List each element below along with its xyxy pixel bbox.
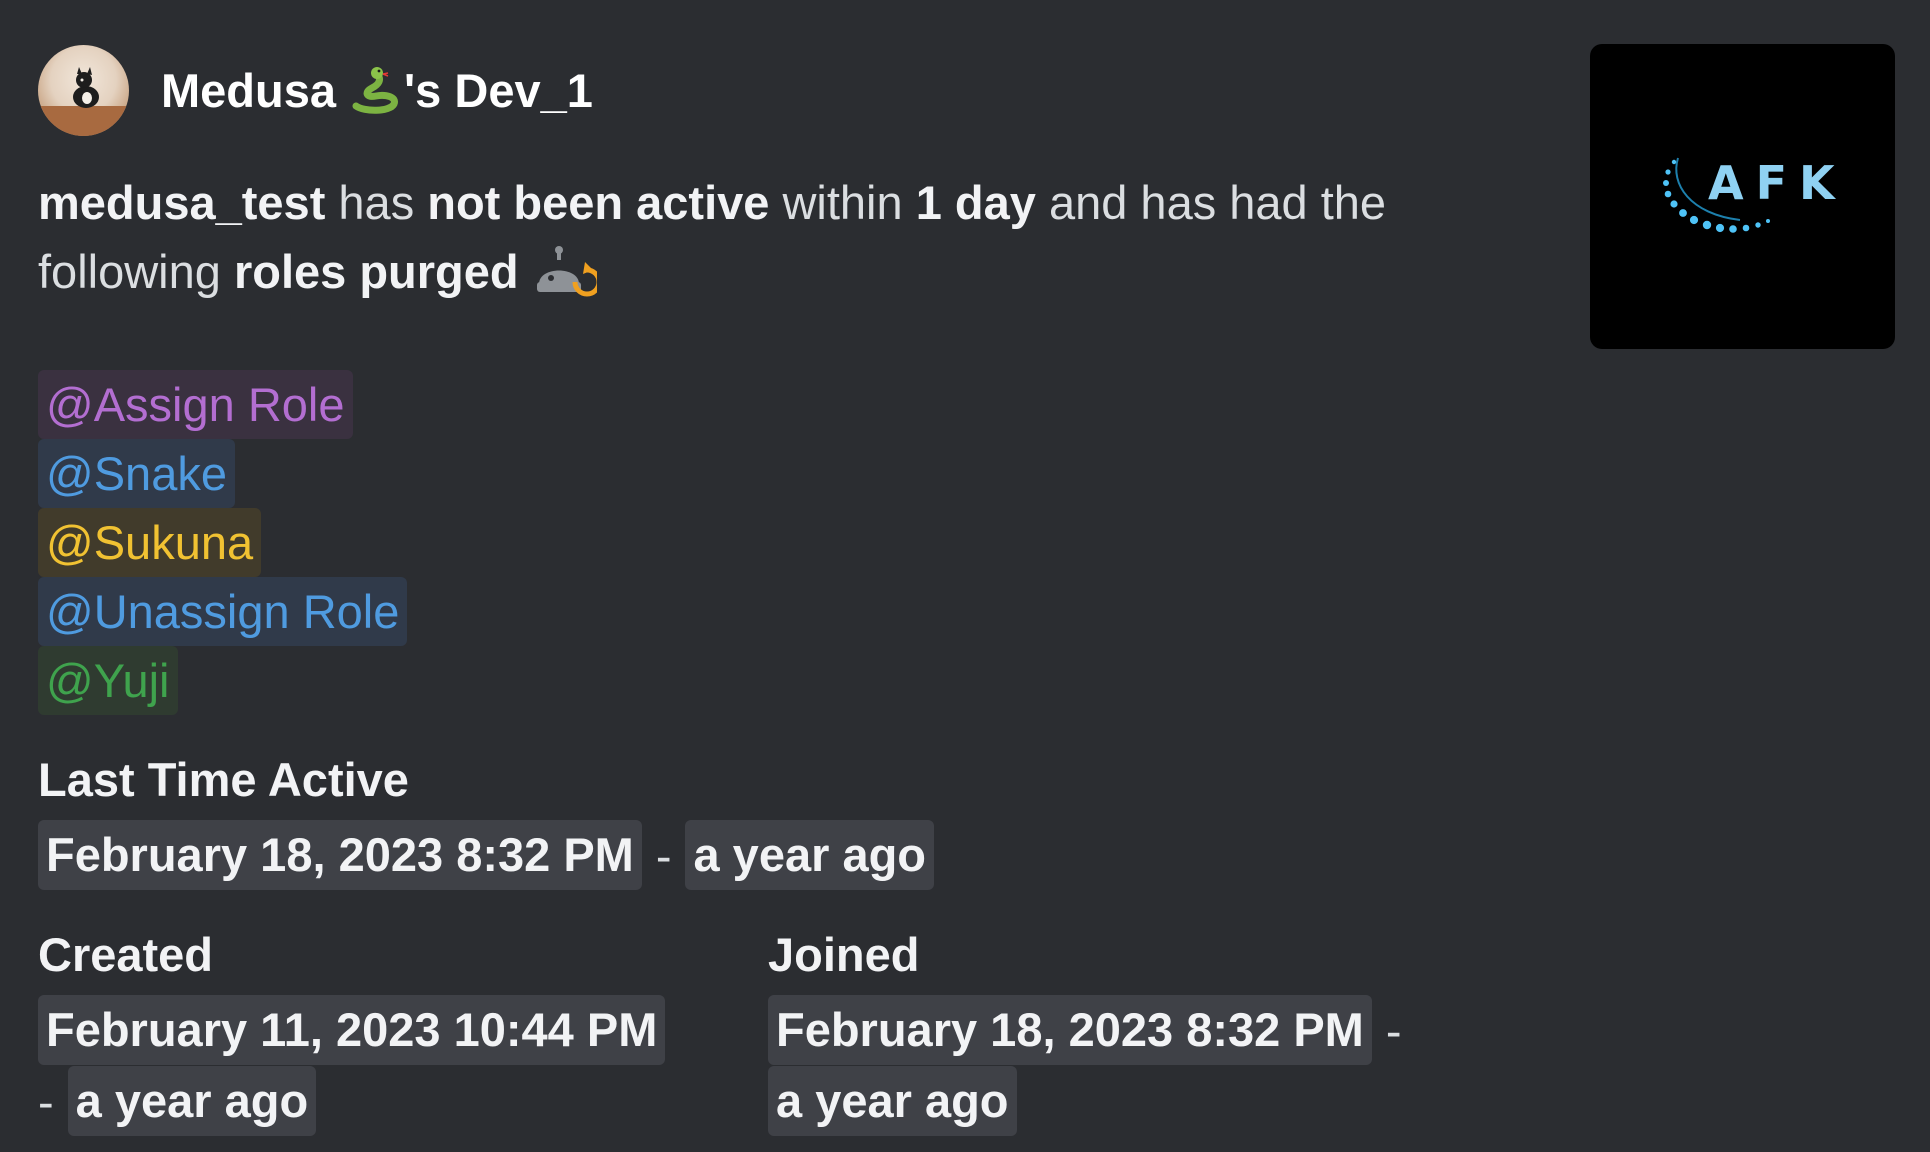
field-last-active-value: February 18, 2023 8:32 PM - a year ago [38,820,935,890]
embed: Medusa 's Dev_1 AFK medusa_test has not … [0,0,1930,1152]
relative-timestamp[interactable]: a year ago [67,1066,317,1136]
field-joined-value-2: a year ago [768,1066,1017,1136]
field-joined-name: Joined [768,928,920,981]
desc-text-2: within [769,176,916,229]
separator: - [655,828,672,882]
inactivity-duration: 1 day [915,176,1036,229]
relative-timestamp[interactable]: a year ago [768,1066,1017,1136]
author-name-suffix: 's Dev_1 [404,63,593,117]
embed-author: Medusa 's Dev_1 [38,44,593,136]
timestamp[interactable]: February 18, 2023 8:32 PM [38,820,642,890]
separator: - [1385,1003,1402,1057]
author-name[interactable]: Medusa 's Dev_1 [161,63,593,118]
desc-text-1: has [325,176,428,229]
role-mention[interactable]: @Snake [38,439,235,508]
snake-icon [352,67,398,114]
timestamp[interactable]: February 11, 2023 10:44 PM [38,995,666,1065]
embed-description: medusa_test has not been active within 1… [38,168,1488,306]
purge-action: roles purged [233,245,519,298]
separator: - [38,1074,54,1128]
timestamp[interactable]: February 18, 2023 8:32 PM [768,995,1372,1065]
role-mention[interactable]: @Yuji [38,646,178,715]
activity-status: not been active [427,176,770,229]
role-mention[interactable]: @Unassign Role [38,577,408,646]
field-created-name: Created [38,928,214,981]
field-created-value: February 11, 2023 10:44 PM [38,995,666,1065]
embed-thumbnail[interactable]: AFK [1590,44,1895,349]
author-name-prefix: Medusa [161,63,336,117]
relative-timestamp[interactable]: a year ago [685,820,935,890]
field-created-value-2: - a year ago [38,1066,317,1136]
field-joined-value: February 18, 2023 8:32 PM - [768,995,1415,1065]
role-mention[interactable]: @Assign Role [38,370,353,439]
thumbnail-text: AFK [1708,156,1847,210]
purge-icon [536,246,597,297]
field-last-active-name: Last Time Active [38,753,409,806]
role-mention[interactable]: @Sukuna [38,508,262,577]
username: medusa_test [38,176,326,229]
role-list: @Assign Role @Snake @Sukuna @Unassign Ro… [38,370,408,715]
avatar-icon[interactable] [38,44,129,136]
